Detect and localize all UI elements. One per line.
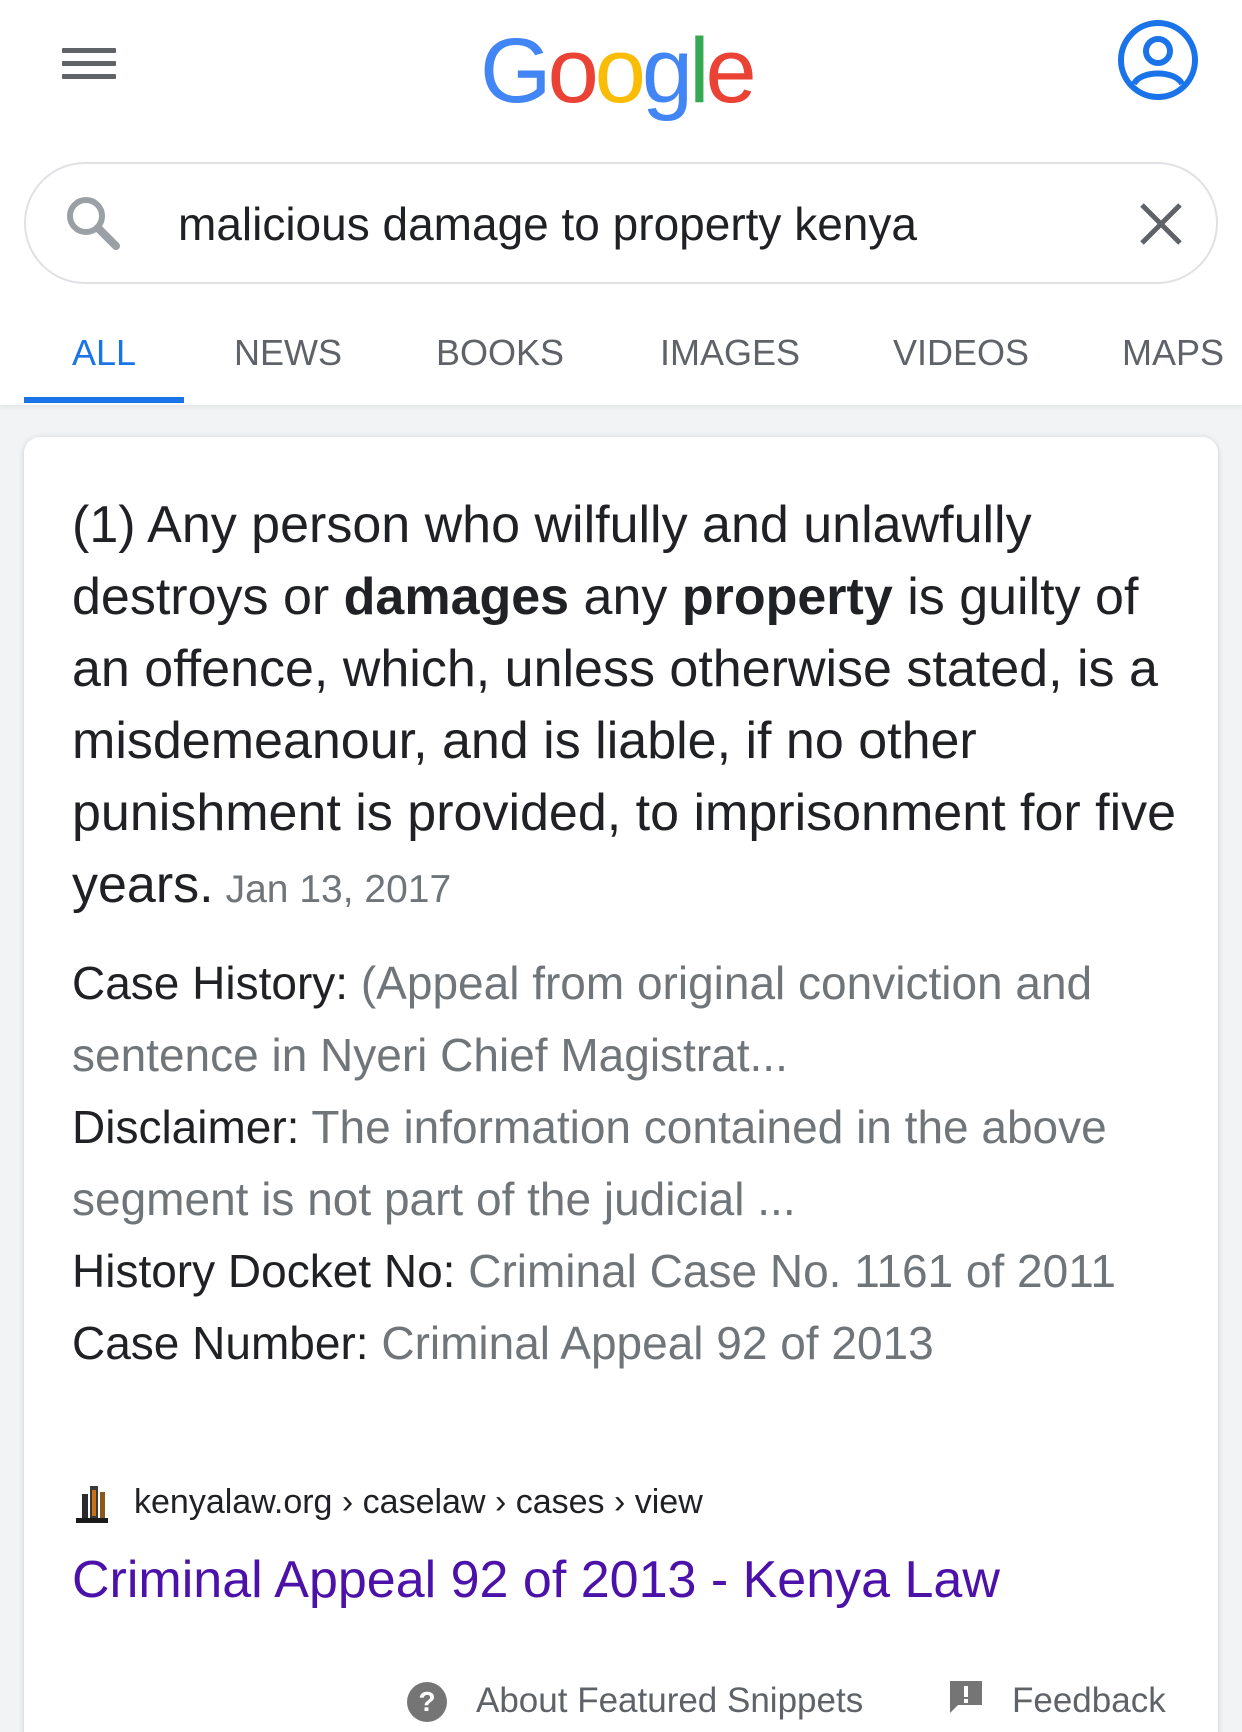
tab-books[interactable]: BOOKS: [436, 332, 564, 374]
tab-videos[interactable]: VIDEOS: [893, 332, 1029, 374]
fact-label: Case History:: [72, 957, 349, 1009]
fact-row: Disclaimer: The information contained in…: [72, 1091, 1182, 1235]
logo-letter: o: [594, 20, 646, 122]
logo-letter: o: [547, 20, 599, 122]
logo-letter: e: [705, 20, 757, 122]
logo-letter: g: [641, 20, 693, 122]
snippet-date: Jan 13, 2017: [225, 868, 452, 911]
tab-images[interactable]: IMAGES: [660, 332, 800, 374]
google-logo[interactable]: Google: [480, 16, 770, 126]
fact-value: Criminal Case No. 1161 of 2011: [468, 1245, 1116, 1297]
help-circle-icon[interactable]: ?: [406, 1681, 448, 1723]
fact-label: Case Number:: [72, 1317, 369, 1369]
tab-maps[interactable]: MAPS: [1122, 332, 1224, 374]
active-tab-indicator: [24, 397, 184, 403]
tab-all[interactable]: ALL: [72, 332, 136, 374]
fact-row: Case History: (Appeal from original conv…: [72, 947, 1182, 1091]
about-featured-snippets-link[interactable]: About Featured Snippets: [476, 1681, 863, 1721]
snippet-facts: Case History: (Appeal from original conv…: [72, 947, 1182, 1379]
snippet-text: (1) Any person who wilfully and unlawful…: [72, 489, 1182, 926]
feedback-icon[interactable]: [946, 1677, 986, 1717]
logo-letter: G: [480, 20, 552, 122]
featured-snippet-card: (1) Any person who wilfully and unlawful…: [24, 437, 1218, 1732]
fact-label: History Docket No:: [72, 1245, 456, 1297]
snippet-bold: damages: [343, 568, 570, 626]
logo-letter: l: [689, 20, 710, 122]
fact-row: History Docket No: Criminal Case No. 116…: [72, 1235, 1182, 1307]
fact-label: Disclaimer:: [72, 1101, 300, 1153]
snippet-footer: ? About Featured Snippets Feedback: [24, 1657, 1218, 1732]
account-circle-icon[interactable]: [1116, 18, 1200, 102]
search-tabs: ALL NEWS BOOKS IMAGES VIDEOS MAPS: [0, 320, 1242, 405]
feedback-link[interactable]: Feedback: [1012, 1681, 1166, 1721]
result-breadcrumb: kenyalaw.org › caselaw › cases › view: [134, 1482, 703, 1521]
tab-news[interactable]: NEWS: [234, 332, 342, 374]
result-source[interactable]: kenyalaw.org › caselaw › cases › view: [72, 1477, 972, 1527]
search-box[interactable]: [24, 162, 1218, 284]
snippet-bold: property: [681, 568, 893, 626]
top-bar: Google ALL NEWS BOOKS IMAGES VIDEOS MAPS: [0, 0, 1242, 405]
kenyalaw-favicon-icon: [76, 1486, 108, 1523]
hamburger-menu-icon[interactable]: [60, 44, 116, 84]
snippet-part: any: [569, 568, 682, 626]
result-title-link[interactable]: Criminal Appeal 92 of 2013 - Kenya Law: [72, 1547, 1182, 1613]
search-input[interactable]: [178, 194, 1098, 254]
close-icon[interactable]: [1134, 197, 1188, 251]
fact-value: Criminal Appeal 92 of 2013: [381, 1317, 934, 1369]
fact-row: Case Number: Criminal Appeal 92 of 2013: [72, 1307, 1182, 1379]
search-icon[interactable]: [60, 190, 126, 256]
svg-text:?: ?: [418, 1686, 435, 1717]
